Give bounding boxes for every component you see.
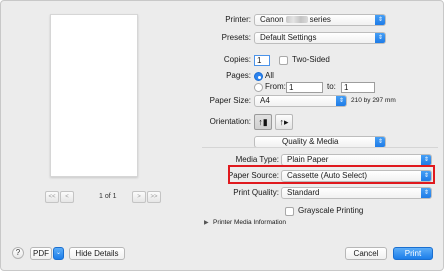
print-button[interactable]: Print <box>393 247 433 260</box>
pages-label: Pages: <box>226 71 251 80</box>
copies-field[interactable]: 1 <box>254 55 270 66</box>
last-page-button[interactable]: >> <box>147 191 161 203</box>
grayscale-checkbox[interactable] <box>285 207 294 216</box>
chevron-updown-icon: ⇕ <box>336 96 346 106</box>
pdf-menu-chevron-icon[interactable]: ⌄ <box>53 247 64 260</box>
print-quality-label: Print Quality: <box>233 188 279 197</box>
pages-from-field[interactable]: 1 <box>286 82 323 93</box>
hide-details-button[interactable]: Hide Details <box>69 247 125 260</box>
paper-source-highlight <box>228 165 435 184</box>
help-button[interactable]: ? <box>12 247 24 259</box>
presets-select[interactable]: Default Settings ⇕ <box>254 32 386 44</box>
presets-label: Presets: <box>221 33 251 42</box>
printer-label: Printer: <box>225 15 251 24</box>
print-quality-value: Standard <box>287 188 320 197</box>
previous-page-button[interactable]: < <box>60 191 74 203</box>
pages-to-label: to: <box>327 82 336 91</box>
portrait-icon: ↑▮ <box>258 117 268 127</box>
first-page-button[interactable]: << <box>45 191 59 203</box>
presets-value: Default Settings <box>260 33 317 42</box>
page-count-label: 1 of 1 <box>99 193 117 200</box>
two-sided-label: Two-Sided <box>292 55 330 64</box>
portrait-orientation-button[interactable]: ↑▮ <box>254 114 272 130</box>
landscape-icon: ↑▸ <box>279 117 289 127</box>
chevron-updown-icon: ⇕ <box>375 15 385 25</box>
print-quality-select[interactable]: Standard ⇕ <box>281 187 432 199</box>
pdf-button[interactable]: PDF <box>30 247 52 260</box>
grayscale-label: Grayscale Printing <box>298 206 364 215</box>
printer-name-prefix: Canon <box>260 15 284 24</box>
copies-label: Copies: <box>223 55 251 64</box>
printer-media-info-link[interactable]: Printer Media Information <box>213 217 286 229</box>
printer-select[interactable]: Canon series ⇕ <box>254 14 386 26</box>
paper-size-value: A4 <box>260 96 270 105</box>
redacted-printer-model <box>285 16 308 23</box>
paper-dimensions: 210 by 297 mm <box>351 97 396 104</box>
chevron-updown-icon: ⇕ <box>375 33 385 43</box>
page-preview <box>50 14 138 177</box>
pages-range-radio[interactable] <box>254 83 263 92</box>
pages-all-radio[interactable] <box>254 72 263 81</box>
paper-size-label: Paper Size: <box>209 96 251 105</box>
orientation-label: Orientation: <box>209 117 251 126</box>
pages-to-field[interactable]: 1 <box>341 82 375 93</box>
pages-from-label: From: <box>265 82 286 91</box>
paper-size-select[interactable]: A4 ⇕ <box>254 95 347 107</box>
section-divider <box>202 147 438 148</box>
media-type-value: Plain Paper <box>287 155 329 164</box>
print-dialog: << < 1 of 1 > >> Printer: Canon series ⇕ … <box>0 0 444 271</box>
two-sided-checkbox[interactable] <box>279 56 288 65</box>
cancel-button[interactable]: Cancel <box>345 247 387 260</box>
next-page-button[interactable]: > <box>132 191 146 203</box>
landscape-orientation-button[interactable]: ↑▸ <box>275 114 293 130</box>
disclosure-triangle-icon[interactable]: ▶ <box>204 218 209 228</box>
section-value: Quality & Media <box>282 137 339 146</box>
printer-name-suffix: series <box>309 15 331 24</box>
preview-pager: << < 1 of 1 > >> <box>45 191 161 203</box>
chevron-updown-icon: ⇕ <box>421 188 431 198</box>
